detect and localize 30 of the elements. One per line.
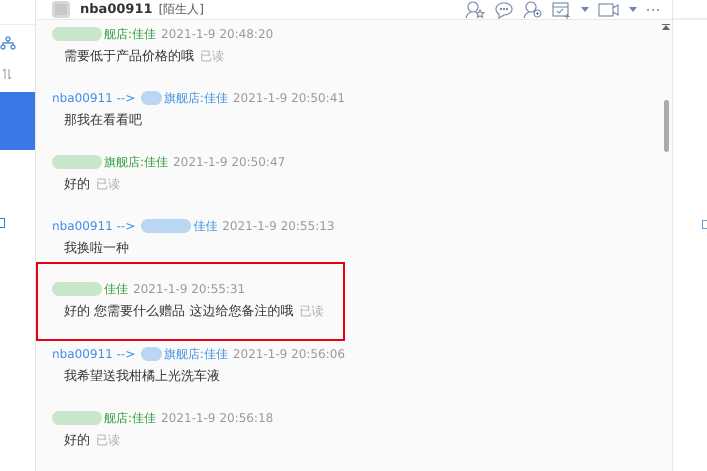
sender-name: nba00911 -->	[52, 347, 136, 361]
message-text: 需要低于产品价格的哦	[64, 49, 194, 64]
read-status: 已读	[96, 433, 120, 447]
contact-tag: [陌生人]	[158, 1, 204, 18]
sender-name: 舰店:佳佳	[104, 410, 156, 426]
message-time: 2021-1-9 20:56:06	[232, 347, 345, 361]
sender-name: 旗舰店:佳佳	[164, 346, 228, 362]
message-text: 好的 您需要什么赠品 这边给您备注的哦	[64, 304, 294, 319]
sender-name: 旗舰店:佳佳	[164, 90, 228, 106]
sender-name: 佳佳	[193, 218, 218, 234]
message-text: 好的	[64, 177, 90, 192]
message-text: 好的	[64, 433, 90, 448]
message-time: 2021-1-9 20:55:13	[222, 219, 334, 233]
read-status: 已读	[299, 304, 324, 318]
message-text: 我希望送我柑橘上光洗车液	[64, 369, 220, 384]
sender-name: nba00911 -->	[52, 91, 136, 105]
read-status: 已读	[200, 49, 224, 63]
message-text: 那我在看看吧	[64, 113, 142, 128]
contact-name: nba00911	[80, 2, 153, 17]
sender-name: 佳佳	[104, 280, 128, 298]
message-text: 我换啦一种	[64, 241, 129, 256]
message-time: 2021-1-9 20:48:20	[161, 27, 274, 41]
message-time: 2021-1-9 20:50:41	[232, 91, 345, 105]
sender-name: nba00911 -->	[52, 219, 136, 233]
message-time: 2021-1-9 20:55:31	[133, 282, 246, 296]
read-status: 已读	[96, 177, 120, 191]
message-time: 2021-1-9 20:50:47	[173, 155, 286, 169]
message-time: 2021-1-9 20:56:18	[161, 411, 274, 425]
sender-name: 舰店:佳佳	[104, 26, 156, 42]
sender-name: 旗舰店:佳佳	[104, 154, 168, 170]
